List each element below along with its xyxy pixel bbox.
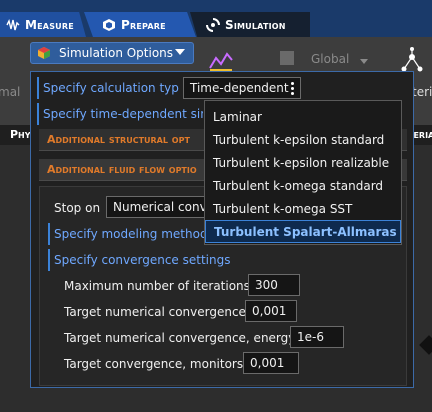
kebab-menu-icon[interactable] [291,82,294,95]
time-dependent-label[interactable]: Specify time-dependent simu [37,103,203,125]
chart-icon[interactable] [208,50,234,72]
options-icon [38,47,50,59]
tab-prepare[interactable]: Prepare [84,12,196,37]
stop-on-label: Stop on [54,201,101,215]
max-iterations-input[interactable]: 300 [248,274,300,296]
simulation-icon [206,17,220,32]
dropdown-option-k-epsilon-realizable[interactable]: Turbulent k-epsilon realizable [205,151,401,174]
dropdown-option-k-epsilon-standard[interactable]: Turbulent k-epsilon standard [205,128,401,151]
max-iterations-label: Maximum number of iterations [64,279,250,293]
target-convergence-monitors-input[interactable]: 0,001 [243,352,299,374]
waveform-icon [6,18,20,30]
stop-on-value: Numerical conve [113,200,215,214]
target-convergence-label: Target numerical convergence [64,305,246,319]
physics-group-fragment: Phy [10,128,31,141]
target-convergence-monitors-value: 0,001 [250,356,285,370]
calc-type-select[interactable]: Time-dependent [183,77,301,99]
simulation-options-button[interactable]: Simulation Options [30,42,194,64]
dropdown-option-spalart-allmaras[interactable]: Turbulent Spalart-Allmaras [205,220,401,243]
target-convergence-monitors-label: Target convergence, monitors [64,357,244,371]
tab-prepare-label: Prepare [121,17,166,32]
ribbon-right-fragment: teria [412,85,432,99]
turbulence-model-dropdown: Laminar Turbulent k-epsilon standard Tur… [204,100,402,245]
target-convergence-value: 0,001 [252,304,287,318]
dropdown-option-k-omega-standard[interactable]: Turbulent k-omega standard [205,174,401,197]
dropdown-option-laminar[interactable]: Laminar [205,105,401,128]
tab-measure[interactable]: Measure [0,12,86,37]
calc-type-label[interactable]: Specify calculation type [37,77,179,99]
chevron-down-icon [175,49,185,55]
target-convergence-energy-input[interactable]: 1e-6 [290,326,344,348]
global-label[interactable]: Global [311,52,349,66]
ribbon-left-fragment: mal [0,85,21,99]
simulation-options-label: Simulation Options [59,46,174,60]
tab-measure-label: Measure [25,17,74,32]
convergence-settings-label[interactable]: Specify convergence settings [48,249,268,271]
calc-type-value: Time-dependent [190,81,289,95]
target-convergence-energy-label: Target numerical convergence, energy [64,331,296,345]
modeling-method-label[interactable]: Specify modeling method [48,223,208,245]
max-iterations-value: 300 [255,278,278,292]
tab-simulation-label: Simulation [225,17,286,32]
stop-on-select[interactable]: Numerical conve [106,196,216,218]
dropdown-option-k-omega-sst[interactable]: Turbulent k-omega SST [205,197,401,220]
app-tab-bar: Measure Prepare Simulation [0,0,432,37]
tab-simulation[interactable]: Simulation [190,12,310,37]
global-caret-icon[interactable] [360,59,368,64]
global-cube-icon [280,51,294,65]
target-convergence-input[interactable]: 0,001 [245,300,297,322]
target-convergence-energy-value: 1e-6 [297,330,324,344]
cube-icon [103,18,115,31]
